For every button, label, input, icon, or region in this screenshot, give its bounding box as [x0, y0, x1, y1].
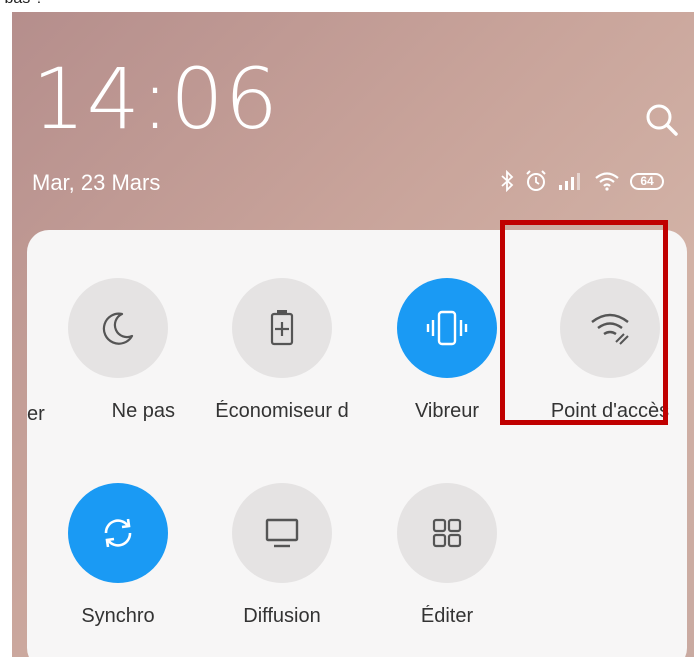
search-icon[interactable]	[642, 100, 682, 140]
bluetooth-icon	[500, 170, 514, 192]
date-label: Mar, 23 Mars	[32, 170, 161, 195]
tile-battery-saver[interactable]: Économiseur d	[207, 278, 357, 423]
cropped-text: s bas ?	[0, 0, 44, 8]
vibrate-icon[interactable]	[397, 278, 497, 378]
edit-grid-icon[interactable]	[397, 483, 497, 583]
signal-icon	[558, 171, 584, 191]
clock-time: 14:06	[32, 50, 280, 148]
battery-saver-icon[interactable]	[232, 278, 332, 378]
alarm-icon	[524, 169, 548, 193]
wifi-icon	[594, 170, 620, 192]
tile-edit[interactable]: Éditer	[372, 483, 522, 628]
tile-do-not-disturb[interactable]: Ne pas	[43, 278, 193, 423]
cast-icon[interactable]	[232, 483, 332, 583]
tile-label-edit: Éditer	[420, 605, 474, 627]
highlight-box	[500, 220, 668, 425]
tile-label-sync: Synchro	[81, 605, 155, 627]
tile-sync[interactable]: Synchro	[43, 483, 193, 628]
battery-icon: 64	[630, 172, 664, 190]
status-icons: 64	[500, 167, 664, 195]
tile-cast[interactable]: Diffusion	[207, 483, 357, 628]
tile-label-dnd: Ne pas	[111, 400, 175, 422]
tile-label-battery-saver: Économiseur d	[215, 400, 349, 422]
sync-icon[interactable]	[68, 483, 168, 583]
battery-level: 64	[630, 172, 664, 190]
moon-icon[interactable]	[68, 278, 168, 378]
tile-label-cast: Diffusion	[243, 605, 321, 627]
top-crop-strip: s bas ?	[0, 0, 694, 12]
